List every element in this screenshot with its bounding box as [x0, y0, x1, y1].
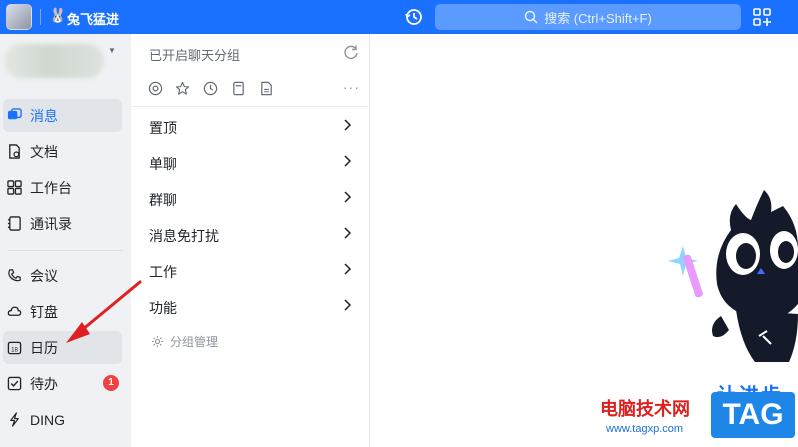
- todo-icon: [7, 376, 22, 391]
- top-bar: 🐰 兔飞猛进 搜索 (Ctrl+Shift+F): [0, 0, 798, 34]
- search-placeholder: 搜索 (Ctrl+Shift+F): [544, 10, 652, 26]
- star-icon[interactable]: [175, 81, 190, 96]
- group-label: 单聊: [149, 156, 177, 172]
- sidebar-item-ding[interactable]: DING: [3, 403, 122, 436]
- sidebar-item-drive[interactable]: 钉盘: [3, 295, 122, 328]
- sidebar-item-meeting[interactable]: 会议: [3, 259, 122, 292]
- chevron-right-icon: [344, 191, 352, 203]
- sidebar-item-label: 文档: [30, 143, 58, 160]
- chevron-right-icon: [344, 119, 352, 131]
- search-icon: [524, 10, 538, 24]
- chevron-right-icon: [344, 299, 352, 311]
- chevron-right-icon: [344, 155, 352, 167]
- sidebar-item-docs[interactable]: 文档: [3, 135, 122, 168]
- clock-icon[interactable]: [203, 81, 218, 96]
- at-icon[interactable]: [148, 81, 163, 96]
- chevron-right-icon: [344, 263, 352, 275]
- mascot-illustration: [668, 190, 798, 362]
- watermark-site-text: 电脑技术网: [600, 399, 690, 419]
- sidebar-item-label: DING: [30, 411, 65, 428]
- user-avatar[interactable]: [6, 4, 32, 30]
- group-manage-button[interactable]: 分组管理: [151, 331, 218, 351]
- group-label: 消息免打扰: [149, 228, 219, 244]
- org-name[interactable]: 兔飞猛进: [67, 9, 119, 28]
- chevron-down-icon[interactable]: ▼: [108, 46, 116, 55]
- add-app-icon[interactable]: [752, 7, 772, 27]
- panel-header: 已开启聊天分组: [149, 48, 241, 63]
- sidebar-item-label: 日历: [30, 339, 58, 356]
- group-item-group-chat[interactable]: 群聊: [131, 180, 369, 216]
- group-label: 功能: [149, 300, 177, 316]
- sidebar-item-label: 消息: [30, 107, 58, 124]
- gear-icon: [151, 335, 164, 347]
- top-divider: [40, 9, 41, 25]
- sidebar-item-workbench[interactable]: 工作台: [3, 171, 122, 204]
- message-icon: [7, 108, 22, 120]
- group-manage-label: 分组管理: [170, 334, 219, 349]
- ding-icon: [10, 412, 19, 427]
- sidebar-item-messages[interactable]: 消息: [3, 99, 122, 132]
- contacts-icon: [7, 216, 21, 231]
- profile-card[interactable]: [4, 44, 104, 78]
- watermark-logo: TAG: [711, 392, 795, 438]
- chevron-right-icon: [344, 227, 352, 239]
- sidebar: ▼ 消息 文档 工作台 通讯录 会议 钉盘 18 日历 待办 1 DING: [0, 34, 131, 447]
- sidebar-divider: [8, 250, 123, 251]
- sidebar-item-contacts[interactable]: 通讯录: [3, 207, 122, 240]
- sidebar-item-label: 钉盘: [30, 303, 58, 320]
- sidebar-item-label: 工作台: [30, 179, 72, 196]
- more-icon[interactable]: ···: [343, 79, 360, 95]
- workbench-icon: [7, 180, 22, 195]
- sidebar-item-calendar[interactable]: 18 日历: [3, 331, 122, 364]
- group-item-features[interactable]: 功能: [131, 288, 369, 324]
- search-input[interactable]: 搜索 (Ctrl+Shift+F): [435, 4, 741, 30]
- org-logo-icon: 🐰: [49, 7, 67, 23]
- watermark-url: www.tagxp.com: [606, 423, 684, 435]
- sidebar-item-todo[interactable]: 待办 1: [3, 367, 122, 400]
- calendar-icon: 18: [7, 341, 22, 355]
- cloud-drive-icon: [7, 306, 22, 316]
- todo-count-badge: 1: [103, 375, 119, 391]
- doc-icon[interactable]: [259, 81, 274, 96]
- empty-state-area: 让进步发: [371, 34, 798, 447]
- group-label: 群聊: [149, 192, 177, 208]
- meeting-icon: [8, 269, 21, 282]
- group-item-do-not-disturb[interactable]: 消息免打扰: [131, 216, 369, 252]
- history-icon[interactable]: [404, 7, 424, 27]
- chat-group-panel: 已开启聊天分组 ··· 置顶 单聊 群聊 消息免打扰 工作 功能 分组管理: [131, 34, 370, 447]
- group-label: 置顶: [149, 120, 177, 136]
- file-icon[interactable]: [231, 81, 246, 96]
- group-item-single-chat[interactable]: 单聊: [131, 144, 369, 180]
- filter-bar: ···: [145, 79, 365, 99]
- sidebar-item-label: 待办: [30, 375, 58, 392]
- document-icon: [9, 144, 20, 159]
- group-item-pinned[interactable]: 置顶: [131, 108, 369, 144]
- sidebar-item-label: 会议: [30, 267, 58, 284]
- svg-text:18: 18: [11, 346, 18, 353]
- refresh-icon[interactable]: [343, 44, 359, 60]
- group-label: 工作: [149, 264, 177, 280]
- group-item-work[interactable]: 工作: [131, 252, 369, 288]
- sidebar-item-label: 通讯录: [30, 215, 72, 232]
- filter-divider: [131, 106, 370, 107]
